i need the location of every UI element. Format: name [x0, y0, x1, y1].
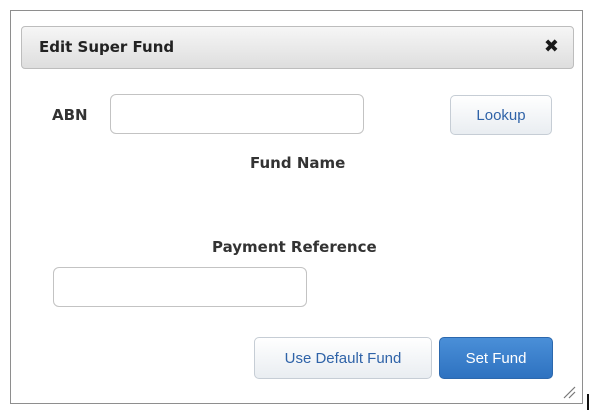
resize-grip-icon[interactable] [562, 385, 576, 399]
abn-input[interactable] [110, 94, 364, 134]
dialog-title: Edit Super Fund [39, 38, 175, 56]
close-icon[interactable]: ✖ [544, 36, 559, 57]
fund-name-label: Fund Name [250, 154, 346, 172]
payment-reference-input[interactable] [53, 267, 307, 307]
dialog-title-bar[interactable]: Edit Super Fund ✖ [21, 26, 574, 69]
use-default-fund-button[interactable]: Use Default Fund [254, 337, 432, 379]
lookup-button[interactable]: Lookup [450, 95, 552, 135]
payment-reference-label: Payment Reference [212, 238, 377, 256]
set-fund-button[interactable]: Set Fund [439, 337, 553, 379]
abn-label: ABN [52, 106, 88, 124]
edit-super-fund-dialog: Edit Super Fund ✖ ABN Lookup Fund Name P… [10, 10, 583, 404]
window-edge-mark [587, 394, 589, 410]
